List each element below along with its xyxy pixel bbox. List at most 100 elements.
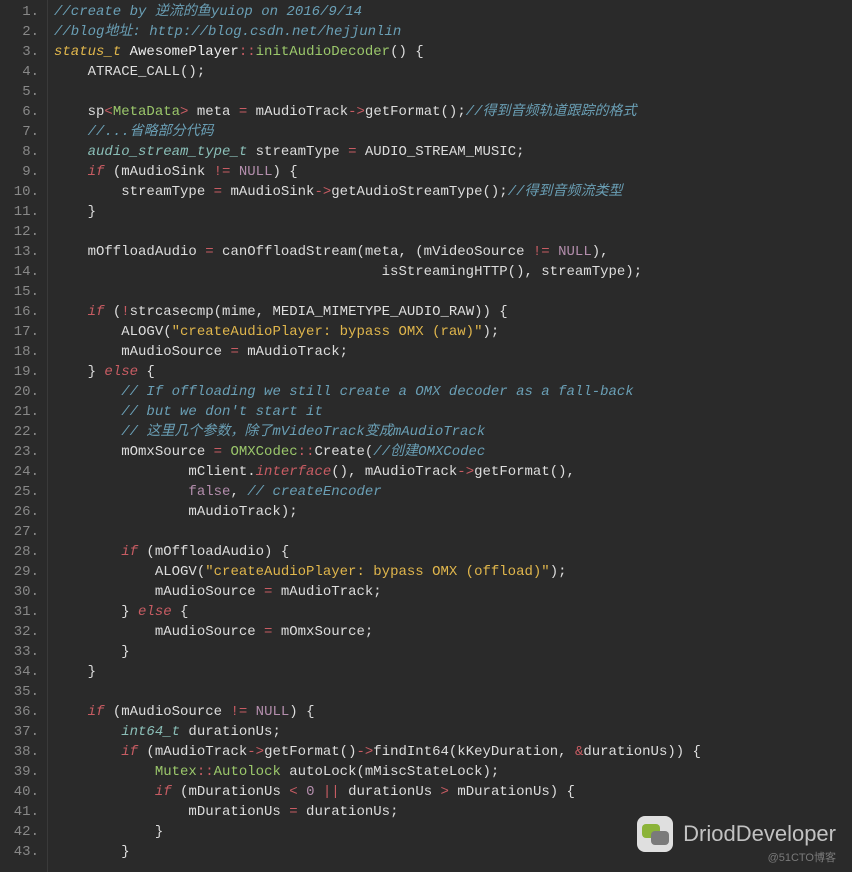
code-line[interactable]	[54, 682, 846, 702]
line-number: 38.	[4, 742, 39, 762]
token: ::	[298, 444, 315, 460]
code-line[interactable]	[54, 522, 846, 542]
code-area[interactable]: //create by 逆流的鱼yuiop on 2016/9/14//blog…	[48, 0, 852, 872]
code-line[interactable]: audio_stream_type_t streamType = AUDIO_S…	[54, 142, 846, 162]
line-number: 32.	[4, 622, 39, 642]
line-number: 40.	[4, 782, 39, 802]
code-line[interactable]: Mutex::Autolock autoLock(mMiscStateLock)…	[54, 762, 846, 782]
code-line[interactable]: ALOGV("createAudioPlayer: bypass OMX (of…	[54, 562, 846, 582]
token: meta	[188, 104, 238, 120]
code-line[interactable]: mAudioSource = mOmxSource;	[54, 622, 846, 642]
token: ->	[457, 464, 474, 480]
code-line[interactable]: // but we don't start it	[54, 402, 846, 422]
token: // but we don't start it	[121, 404, 323, 420]
token: mAudioSource	[54, 584, 264, 600]
code-line[interactable]: mAudioSource = mAudioTrack;	[54, 342, 846, 362]
line-number: 16.	[4, 302, 39, 322]
token: ::	[239, 44, 256, 60]
watermark-text: DriodDeveloper	[683, 824, 836, 844]
code-line[interactable]: if (mAudioTrack->getFormat()->findInt64(…	[54, 742, 846, 762]
line-number: 42.	[4, 822, 39, 842]
code-line[interactable]: false, // createEncoder	[54, 482, 846, 502]
code-line[interactable]: // 这里几个参数，除了mVideoTrack变成mAudioTrack	[54, 422, 846, 442]
token: else	[104, 364, 138, 380]
token: MetaData	[113, 104, 180, 120]
line-number: 9.	[4, 162, 39, 182]
token: (mOffloadAudio) {	[138, 544, 289, 560]
code-line[interactable]: if (mAudioSource != NULL) {	[54, 702, 846, 722]
code-line[interactable]: mAudioTrack);	[54, 502, 846, 522]
token: (mAudioSource	[104, 704, 230, 720]
code-line[interactable]: //create by 逆流的鱼yuiop on 2016/9/14	[54, 2, 846, 22]
code-line[interactable]: }	[54, 642, 846, 662]
token	[54, 144, 88, 160]
token: {	[138, 364, 155, 380]
token	[298, 784, 306, 800]
line-number: 3.	[4, 42, 39, 62]
line-number: 19.	[4, 362, 39, 382]
code-line[interactable]: int64_t durationUs;	[54, 722, 846, 742]
token: !=	[533, 244, 550, 260]
token: mDurationUs	[54, 804, 289, 820]
code-line[interactable]: status_t AwesomePlayer::initAudioDecoder…	[54, 42, 846, 62]
token: ->	[348, 104, 365, 120]
code-line[interactable]	[54, 222, 846, 242]
code-line[interactable]: isStreamingHTTP(), streamType);	[54, 262, 846, 282]
line-number: 1.	[4, 2, 39, 22]
line-number: 20.	[4, 382, 39, 402]
line-number: 17.	[4, 322, 39, 342]
token: NULL	[239, 164, 273, 180]
code-line[interactable]: mClient.interface(), mAudioTrack->getFor…	[54, 462, 846, 482]
code-line[interactable]	[54, 282, 846, 302]
code-line[interactable]: // If offloading we still create a OMX d…	[54, 382, 846, 402]
code-line[interactable]: mOmxSource = OMXCodec::Create(//创建OMXCod…	[54, 442, 846, 462]
token: ,	[230, 484, 247, 500]
token	[230, 164, 238, 180]
code-line[interactable]: sp<MetaData> meta = mAudioTrack->getForm…	[54, 102, 846, 122]
token: "createAudioPlayer: bypass OMX (offload)…	[205, 564, 549, 580]
token: !=	[214, 164, 231, 180]
token: Mutex	[155, 764, 197, 780]
code-editor: 1.2.3.4.5.6.7.8.9.10.11.12.13.14.15.16.1…	[0, 0, 852, 872]
code-line[interactable]: }	[54, 202, 846, 222]
token: AwesomePlayer	[121, 44, 239, 60]
code-line[interactable]: ATRACE_CALL();	[54, 62, 846, 82]
token: sp	[54, 104, 104, 120]
line-number: 43.	[4, 842, 39, 862]
code-line[interactable]: streamType = mAudioSink->getAudioStreamT…	[54, 182, 846, 202]
token: =	[230, 344, 238, 360]
token: Autolock	[214, 764, 281, 780]
code-line[interactable]: } else {	[54, 602, 846, 622]
code-line[interactable]: ALOGV("createAudioPlayer: bypass OMX (ra…	[54, 322, 846, 342]
token: if	[155, 784, 172, 800]
token: ->	[314, 184, 331, 200]
token: }	[54, 604, 138, 620]
code-line[interactable]	[54, 82, 846, 102]
code-line[interactable]: //...省略部分代码	[54, 122, 846, 142]
token	[54, 304, 88, 320]
token: durationUs	[340, 784, 441, 800]
token: // If offloading we still create a OMX d…	[121, 384, 633, 400]
token: int64_t	[121, 724, 180, 740]
line-number: 25.	[4, 482, 39, 502]
code-line[interactable]: if (mOffloadAudio) {	[54, 542, 846, 562]
code-line[interactable]: if (mDurationUs < 0 || durationUs > mDur…	[54, 782, 846, 802]
token: (	[104, 304, 121, 320]
line-number: 28.	[4, 542, 39, 562]
code-line[interactable]: //blog地址: http://blog.csdn.net/hejjunlin	[54, 22, 846, 42]
code-line[interactable]: } else {	[54, 362, 846, 382]
code-line[interactable]: if (mAudioSink != NULL) {	[54, 162, 846, 182]
code-line[interactable]: mAudioSource = mAudioTrack;	[54, 582, 846, 602]
token: false	[188, 484, 230, 500]
token: ALOGV(	[54, 564, 205, 580]
token: autoLock(mMiscStateLock);	[281, 764, 499, 780]
line-number: 27.	[4, 522, 39, 542]
line-number: 13.	[4, 242, 39, 262]
code-line[interactable]: if (!strcasecmp(mime, MEDIA_MIMETYPE_AUD…	[54, 302, 846, 322]
code-line[interactable]: mOffloadAudio = canOffloadStream(meta, (…	[54, 242, 846, 262]
token	[247, 704, 255, 720]
token: ::	[197, 764, 214, 780]
code-line[interactable]: }	[54, 662, 846, 682]
line-number: 39.	[4, 762, 39, 782]
token: Create(	[314, 444, 373, 460]
